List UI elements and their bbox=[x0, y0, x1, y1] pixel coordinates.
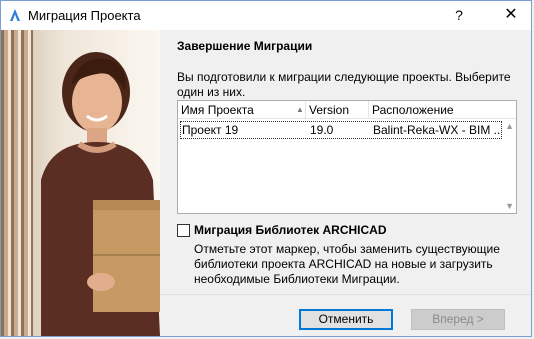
side-illustration bbox=[1, 30, 160, 336]
scroll-up-arrow-icon[interactable]: ▲ bbox=[505, 121, 514, 131]
column-divider[interactable] bbox=[368, 101, 369, 118]
cancel-button[interactable]: Отменить bbox=[299, 309, 393, 330]
table-row[interactable]: Проект 19 19.0 Balint-Reka-WX - BIM ... bbox=[180, 121, 502, 139]
main-content: Завершение Миграции Вы подготовили к миг… bbox=[160, 30, 531, 336]
table-header: Имя Проекта ▲ Version Расположение bbox=[178, 101, 516, 119]
library-migration-description: Отметьте этот маркер, чтобы заменить сущ… bbox=[194, 242, 500, 286]
migration-dialog: Миграция Проекта ? ✕ Завершение Миграции… bbox=[0, 0, 532, 337]
archicad-app-icon bbox=[10, 9, 20, 21]
cell-project-name: Проект 19 bbox=[182, 123, 239, 137]
footer-divider bbox=[160, 294, 531, 295]
column-divider[interactable] bbox=[305, 101, 306, 118]
column-header-location[interactable]: Расположение bbox=[372, 103, 454, 117]
column-header-project-name[interactable]: Имя Проекта bbox=[181, 103, 254, 117]
scroll-down-arrow-icon[interactable]: ▼ bbox=[505, 201, 514, 211]
cell-location: Balint-Reka-WX - BIM ... bbox=[373, 123, 501, 137]
help-button[interactable]: ? bbox=[449, 3, 469, 27]
library-migration-checkbox[interactable] bbox=[177, 224, 190, 237]
section-title: Завершение Миграции bbox=[177, 39, 313, 53]
woman-holding-box-image bbox=[41, 52, 160, 336]
title-bar: Миграция Проекта ? ✕ bbox=[1, 1, 531, 30]
column-header-version[interactable]: Version bbox=[309, 103, 349, 117]
library-migration-label[interactable]: Миграция Библиотек ARCHICAD bbox=[194, 223, 387, 237]
projects-table[interactable]: Имя Проекта ▲ Version Расположение Проек… bbox=[177, 100, 517, 214]
description-text: Вы подготовили к миграции следующие прое… bbox=[177, 70, 511, 99]
cell-version: 19.0 bbox=[310, 123, 334, 137]
sort-ascending-icon: ▲ bbox=[296, 105, 304, 114]
next-button[interactable]: Вперед > bbox=[411, 309, 505, 330]
window-title: Миграция Проекта bbox=[28, 8, 141, 23]
close-button[interactable]: ✕ bbox=[497, 3, 525, 27]
